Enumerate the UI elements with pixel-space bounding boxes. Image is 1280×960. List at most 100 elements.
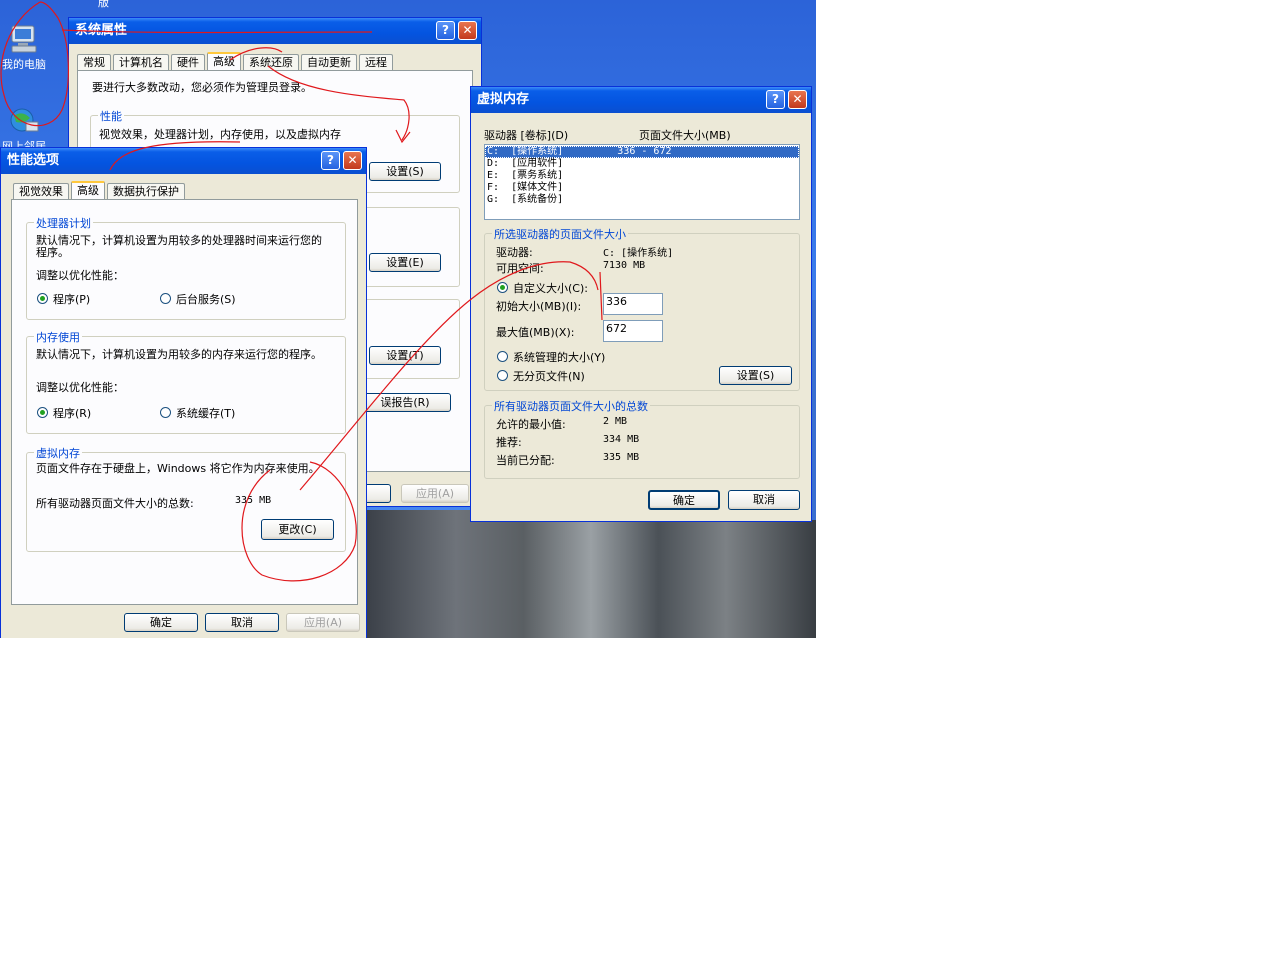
initial-size-input[interactable]: 336 — [603, 293, 663, 315]
memory-description: 默认情况下，计算机设置为用较多的内存来运行您的程序。 — [36, 348, 322, 361]
system-cache-label: 系统缓存(T) — [176, 407, 236, 420]
drive-row[interactable]: E: [票务系统] — [485, 170, 799, 182]
drive-list[interactable]: C: [操作系统] 336 - 672 D: [应用软件] E: [票务系统] … — [484, 144, 800, 220]
tab-general[interactable]: 常规 — [77, 54, 111, 71]
tab-dep[interactable]: 数据执行保护 — [107, 183, 185, 200]
performance-description: 视觉效果，处理器计划，内存使用，以及虚拟内存 — [99, 128, 341, 141]
group-title: 虚拟内存 — [34, 445, 82, 461]
apply-button[interactable]: 应用(A) — [401, 484, 469, 503]
help-button[interactable]: ? — [321, 151, 340, 170]
close-button[interactable]: ✕ — [788, 90, 807, 109]
max-size-input[interactable]: 672 — [603, 320, 663, 342]
profiles-settings-button[interactable]: 设置(E) — [369, 253, 441, 272]
ok-button[interactable]: 确定 — [648, 490, 720, 510]
memory-adjust-label: 调整以优化性能： — [36, 381, 124, 394]
free-space-label: 可用空间: — [496, 262, 544, 275]
size-column-header: 页面文件大小(MB) — [639, 129, 731, 142]
cancel-button[interactable]: 取消 — [205, 613, 279, 632]
total-paging-group: 所有驱动器页面文件大小的总数 允许的最小值: 2 MB 推荐: 334 MB 当… — [484, 398, 800, 479]
processor-description: 默认情况下，计算机设置为用较多的处理器时间来运行您的程序。 — [36, 234, 322, 259]
titlebar: 性能选项 ? ✕ — [1, 148, 366, 174]
drive-row[interactable]: F: [媒体文件] — [485, 182, 799, 194]
no-paging-radio[interactable] — [497, 370, 508, 381]
currently-allocated-label: 当前已分配: — [496, 454, 555, 467]
tab-advanced[interactable]: 高级 — [71, 181, 105, 201]
drive-row[interactable]: G: [系统备份] — [485, 194, 799, 206]
group-title: 所有驱动器页面文件大小的总数 — [492, 398, 650, 414]
group-title: 处理器计划 — [34, 215, 93, 231]
drive-value: C: [操作系统] — [603, 248, 674, 259]
set-button[interactable]: 设置(S) — [719, 366, 792, 385]
background-services-label: 后台服务(S) — [176, 293, 236, 306]
computer-icon — [8, 24, 40, 54]
admin-note: 要进行大多数改动，您必须作为管理员登录。 — [92, 81, 312, 94]
group-title: 所选驱动器的页面文件大小 — [492, 226, 628, 242]
close-button[interactable]: ✕ — [343, 151, 362, 170]
tab-advanced[interactable]: 高级 — [207, 52, 241, 72]
titlebar: 虚拟内存 ? ✕ — [471, 87, 811, 113]
help-button[interactable]: ? — [766, 90, 785, 109]
tab-system-restore[interactable]: 系统还原 — [243, 54, 299, 71]
error-report-button[interactable]: 误报告(R) — [359, 393, 451, 412]
desktop-stray-text: 版 — [98, 0, 109, 9]
programs-radio[interactable] — [37, 293, 48, 304]
max-size-label: 最大值(MB)(X): — [496, 326, 575, 339]
network-icon — [8, 106, 40, 136]
memory-usage-group: 内存使用 默认情况下，计算机设置为用较多的内存来运行您的程序。 调整以优化性能：… — [26, 329, 346, 434]
recommended-value: 334 MB — [603, 434, 640, 445]
virtual-memory-group: 虚拟内存 页面文件存在于硬盘上，Windows 将它作为内存来使用。 所有驱动器… — [26, 445, 346, 552]
currently-allocated-value: 335 MB — [603, 452, 640, 463]
initial-size-label: 初始大小(MB)(I): — [496, 300, 582, 313]
programs-radio-label: 程序(P) — [53, 293, 91, 306]
cancel-button[interactable]: 取消 — [728, 490, 800, 510]
window-title: 系统属性 — [75, 23, 128, 38]
recommended-label: 推荐: — [496, 436, 522, 449]
tab-remote[interactable]: 远程 — [359, 54, 393, 71]
desktop-icon-my-computer[interactable]: 我的电脑 — [0, 24, 54, 72]
drive-row[interactable]: D: [应用软件] — [485, 158, 799, 170]
system-cache-radio[interactable] — [160, 407, 171, 418]
drive-row[interactable]: C: [操作系统] 336 - 672 — [485, 146, 799, 158]
custom-size-label: 自定义大小(C): — [513, 282, 588, 295]
system-managed-label: 系统管理的大小(Y) — [513, 351, 606, 364]
desktop-icon-label: 我的电脑 — [2, 58, 46, 71]
memory-programs-label: 程序(R) — [53, 407, 92, 420]
virtual-memory-window: 虚拟内存 ? ✕ 驱动器 [卷标](D) 页面文件大小(MB) C: [操作系统… — [470, 86, 812, 522]
selected-drive-group: 所选驱动器的页面文件大小 驱动器: C: [操作系统] 可用空间: 7130 M… — [484, 226, 800, 391]
background-services-radio[interactable] — [160, 293, 171, 304]
desktop-screenshot: 版 我的电脑 网上邻居 系统属性 ? ✕ 常规 计算机名 硬件 高级 系统还原 … — [0, 0, 816, 638]
change-button[interactable]: 更改(C) — [261, 519, 334, 540]
window-title: 虚拟内存 — [477, 92, 530, 107]
advanced-tab-panel: 处理器计划 默认情况下，计算机设置为用较多的处理器时间来运行您的程序。 调整以优… — [11, 199, 358, 605]
free-space-value: 7130 MB — [603, 260, 646, 271]
memory-programs-radio[interactable] — [37, 407, 48, 418]
close-button[interactable]: ✕ — [458, 21, 477, 40]
custom-size-radio[interactable] — [497, 282, 508, 293]
apply-button[interactable]: 应用(A) — [286, 613, 360, 632]
drive-label: 驱动器: — [496, 246, 533, 259]
performance-options-window: 性能选项 ? ✕ 视觉效果 高级 数据执行保护 处理器计划 默认情况下，计算机设… — [0, 147, 367, 638]
tab-computer-name[interactable]: 计算机名 — [113, 54, 169, 71]
no-paging-label: 无分页文件(N) — [513, 370, 585, 383]
titlebar: 系统属性 ? ✕ — [69, 18, 481, 44]
processor-scheduling-group: 处理器计划 默认情况下，计算机设置为用较多的处理器时间来运行您的程序。 调整以优… — [26, 215, 346, 320]
tab-hardware[interactable]: 硬件 — [171, 54, 205, 71]
total-paging-value: 335 MB — [235, 495, 272, 506]
tab-visual-effects[interactable]: 视觉效果 — [13, 183, 69, 200]
tab-auto-update[interactable]: 自动更新 — [301, 54, 357, 71]
drive-column-header: 驱动器 [卷标](D) — [484, 129, 569, 142]
min-allowed-label: 允许的最小值: — [496, 418, 566, 431]
min-allowed-value: 2 MB — [603, 416, 628, 427]
group-title: 性能 — [98, 108, 124, 124]
virtual-memory-description: 页面文件存在于硬盘上，Windows 将它作为内存来使用。 — [36, 462, 320, 475]
total-paging-label: 所有驱动器页面文件大小的总数: — [36, 497, 194, 510]
system-managed-radio[interactable] — [497, 351, 508, 362]
ok-button[interactable]: 确定 — [124, 613, 198, 632]
startup-settings-button[interactable]: 设置(T) — [369, 346, 441, 365]
processor-adjust-label: 调整以优化性能： — [36, 269, 124, 282]
group-title: 内存使用 — [34, 329, 82, 345]
help-button[interactable]: ? — [436, 21, 455, 40]
wallpaper-landscape — [366, 510, 816, 638]
performance-settings-button[interactable]: 设置(S) — [369, 162, 441, 181]
window-title: 性能选项 — [7, 153, 60, 168]
